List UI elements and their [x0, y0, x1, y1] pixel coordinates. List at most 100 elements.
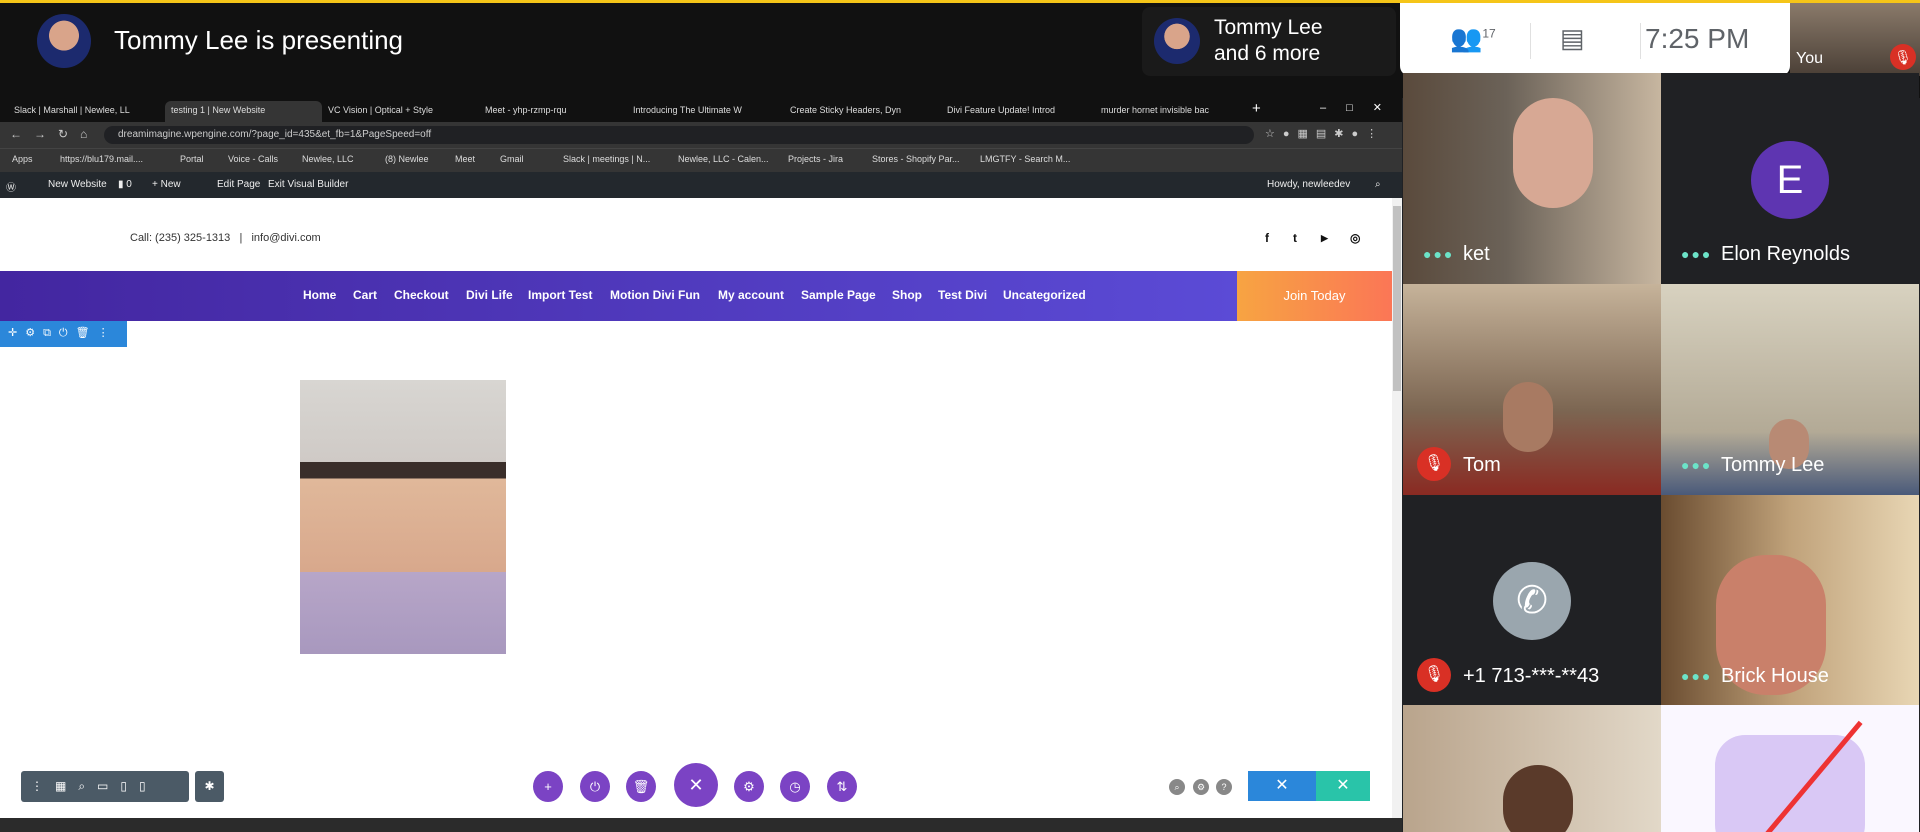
extension-icons[interactable]: ☆●▦▤✱●⋮ — [1265, 127, 1385, 140]
bookmark[interactable]: Meet — [455, 154, 475, 164]
browser-tab[interactable]: Divi Feature Update! Introd — [941, 101, 1098, 122]
nav-item[interactable]: Shop — [892, 288, 922, 302]
participant-tile[interactable] — [1661, 705, 1919, 832]
mic-off-icon: 🎙 — [1417, 658, 1451, 692]
save-draft-button[interactable]: ✕ — [1248, 771, 1316, 801]
participant-tile[interactable]: ●●● Tommy Lee — [1661, 284, 1919, 495]
window-controls[interactable]: –□✕ — [1320, 101, 1402, 114]
people-icon: 👥 — [1450, 23, 1483, 53]
participants-pill[interactable]: Tommy Lee and 6 more — [1142, 7, 1396, 76]
trash-icon[interactable]: 🗑 — [626, 771, 656, 802]
url-input[interactable]: dreamimagine.wpengine.com/?page_id=435&e… — [104, 126, 1254, 144]
add-icon[interactable]: + — [533, 771, 563, 802]
browser-tab[interactable]: Introducing The Ultimate W — [627, 101, 784, 122]
search-icon[interactable]: ⌕ — [1375, 179, 1381, 190]
youtube-icon[interactable]: ▶ — [1321, 233, 1328, 244]
keyboard-icon[interactable]: ⚙ — [1193, 779, 1209, 795]
join-today-button[interactable]: Join Today — [1237, 271, 1392, 321]
participant-tile[interactable]: ●●● ket — [1403, 73, 1661, 284]
bookmark[interactable]: https://blu179.mail.... — [60, 154, 143, 164]
wordpress-icon[interactable]: Ⓦ — [6, 179, 16, 194]
participant-avatar: E — [1751, 141, 1829, 219]
portrait-image[interactable] — [300, 380, 506, 654]
self-view-tile[interactable]: You 🎙 — [1790, 3, 1920, 76]
bookmark[interactable]: LMGTFY - Search M... — [980, 154, 1070, 164]
nav-item[interactable]: Home — [303, 288, 336, 302]
participant-count: 17 — [1482, 26, 1496, 41]
participant-tile[interactable]: ✆ 🎙 +1 713-***-**43 — [1403, 495, 1661, 706]
power-icon[interactable]: ⏻ — [580, 771, 610, 802]
nav-item[interactable]: Motion Divi Fun — [610, 288, 700, 302]
browser-tab[interactable]: Slack | Marshall | Newlee, LL — [8, 101, 165, 122]
wp-site-link[interactable]: New Website — [48, 179, 107, 190]
bookmark[interactable]: Stores - Shopify Par... — [872, 154, 960, 164]
speaking-indicator: ●●● — [1423, 246, 1455, 262]
scroll-thumb[interactable] — [1393, 206, 1401, 391]
divi-section-toolbar[interactable]: ✛⚙⧉⏻🗑⋮ — [0, 321, 127, 347]
twitter-icon[interactable]: t — [1293, 231, 1297, 245]
wp-comments[interactable]: ▮ 0 — [118, 179, 132, 190]
people-button[interactable]: 👥17 — [1450, 23, 1496, 54]
browser-tab[interactable]: Meet - yhp-rzmp-rqu — [479, 101, 636, 122]
wp-howdy[interactable]: Howdy, newleedev — [1267, 179, 1350, 190]
hover-mode-button[interactable]: ✱ — [195, 771, 224, 802]
help-icon[interactable]: ? — [1216, 779, 1232, 795]
nav-item[interactable]: Import Test — [528, 288, 592, 302]
participant-tile[interactable]: E ●●● Elon Reynolds — [1661, 73, 1919, 284]
participant-tile[interactable] — [1403, 705, 1661, 832]
new-tab-button[interactable]: + — [1252, 100, 1261, 117]
participant-tile[interactable]: ●●● Brick House — [1661, 495, 1919, 706]
divider — [1640, 23, 1641, 59]
divi-view-toolbar[interactable]: ⋮▦⌕▭▯▯ — [21, 771, 189, 802]
participant-name: Elon Reynolds — [1721, 243, 1850, 265]
chat-icon[interactable]: ▤ — [1560, 23, 1585, 54]
publish-button[interactable]: ✕ — [1316, 771, 1370, 801]
zoom-icon[interactable]: ⌕ — [1169, 779, 1185, 795]
video-person — [1503, 765, 1573, 832]
browser-tab[interactable]: murder hornet invisible bac — [1095, 101, 1252, 122]
settings-icon[interactable]: ⚙ — [734, 771, 764, 802]
participant-tile[interactable]: 🎙 Tom — [1403, 284, 1661, 495]
nav-item[interactable]: My account — [718, 288, 784, 302]
tab-strip: Slack | Marshall | Newlee, LL testing 1 … — [0, 98, 1402, 122]
wp-new[interactable]: + New — [152, 179, 181, 190]
browser-tab[interactable]: VC Vision | Optical + Style — [322, 101, 479, 122]
self-label: You — [1796, 50, 1823, 67]
nav-item[interactable]: Test Divi — [938, 288, 987, 302]
browser-tab-active[interactable]: testing 1 | New Website — [165, 101, 322, 122]
bookmark[interactable]: Portal — [180, 154, 204, 164]
wp-edit-page[interactable]: Edit Page — [217, 179, 260, 190]
meet-controls-panel: 👥17 ▤ 7:25 PM — [1400, 3, 1790, 76]
wp-exit-builder[interactable]: Exit Visual Builder — [268, 179, 348, 190]
participant-name: +1 713-***-**43 — [1463, 665, 1600, 687]
camera-off-icon — [1715, 735, 1865, 832]
participant-name: Tom — [1463, 454, 1501, 476]
browser-tab[interactable]: Create Sticky Headers, Dyn — [784, 101, 941, 122]
nav-item[interactable]: Cart — [353, 288, 377, 302]
bookmark[interactable]: (8) Newlee — [385, 154, 429, 164]
phone-icon: ✆ — [1493, 562, 1571, 640]
participant-avatar — [1154, 18, 1200, 64]
bookmark[interactable]: Newlee, LLC - Calen... — [678, 154, 769, 164]
portability-icon[interactable]: ⇅ — [827, 771, 857, 802]
bookmark[interactable]: Newlee, LLC — [302, 154, 354, 164]
participant-name: ket — [1463, 243, 1490, 265]
bookmark[interactable]: Projects - Jira — [788, 154, 843, 164]
nav-buttons[interactable]: ←→↻⌂ — [10, 127, 99, 141]
nav-item[interactable]: Uncategorized — [1003, 288, 1086, 302]
instagram-icon[interactable]: ◎ — [1350, 231, 1360, 245]
video-person — [1513, 98, 1593, 208]
nav-item[interactable]: Divi Life — [466, 288, 513, 302]
close-builder-icon[interactable]: ✕ — [674, 763, 718, 807]
bookmark[interactable]: Apps — [12, 154, 33, 164]
clock: 7:25 PM — [1645, 23, 1750, 54]
bookmark[interactable]: Slack | meetings | N... — [563, 154, 650, 164]
facebook-icon[interactable]: f — [1265, 231, 1269, 245]
bookmark[interactable]: Gmail — [500, 154, 524, 164]
nav-item[interactable]: Checkout — [394, 288, 449, 302]
page-scrollbar[interactable] — [1392, 198, 1402, 818]
bookmark[interactable]: Voice - Calls — [228, 154, 278, 164]
contact-info: Call: (235) 325-1313 | info@divi.com — [130, 232, 321, 244]
nav-item[interactable]: Sample Page — [801, 288, 876, 302]
history-icon[interactable]: ◷ — [780, 771, 810, 802]
